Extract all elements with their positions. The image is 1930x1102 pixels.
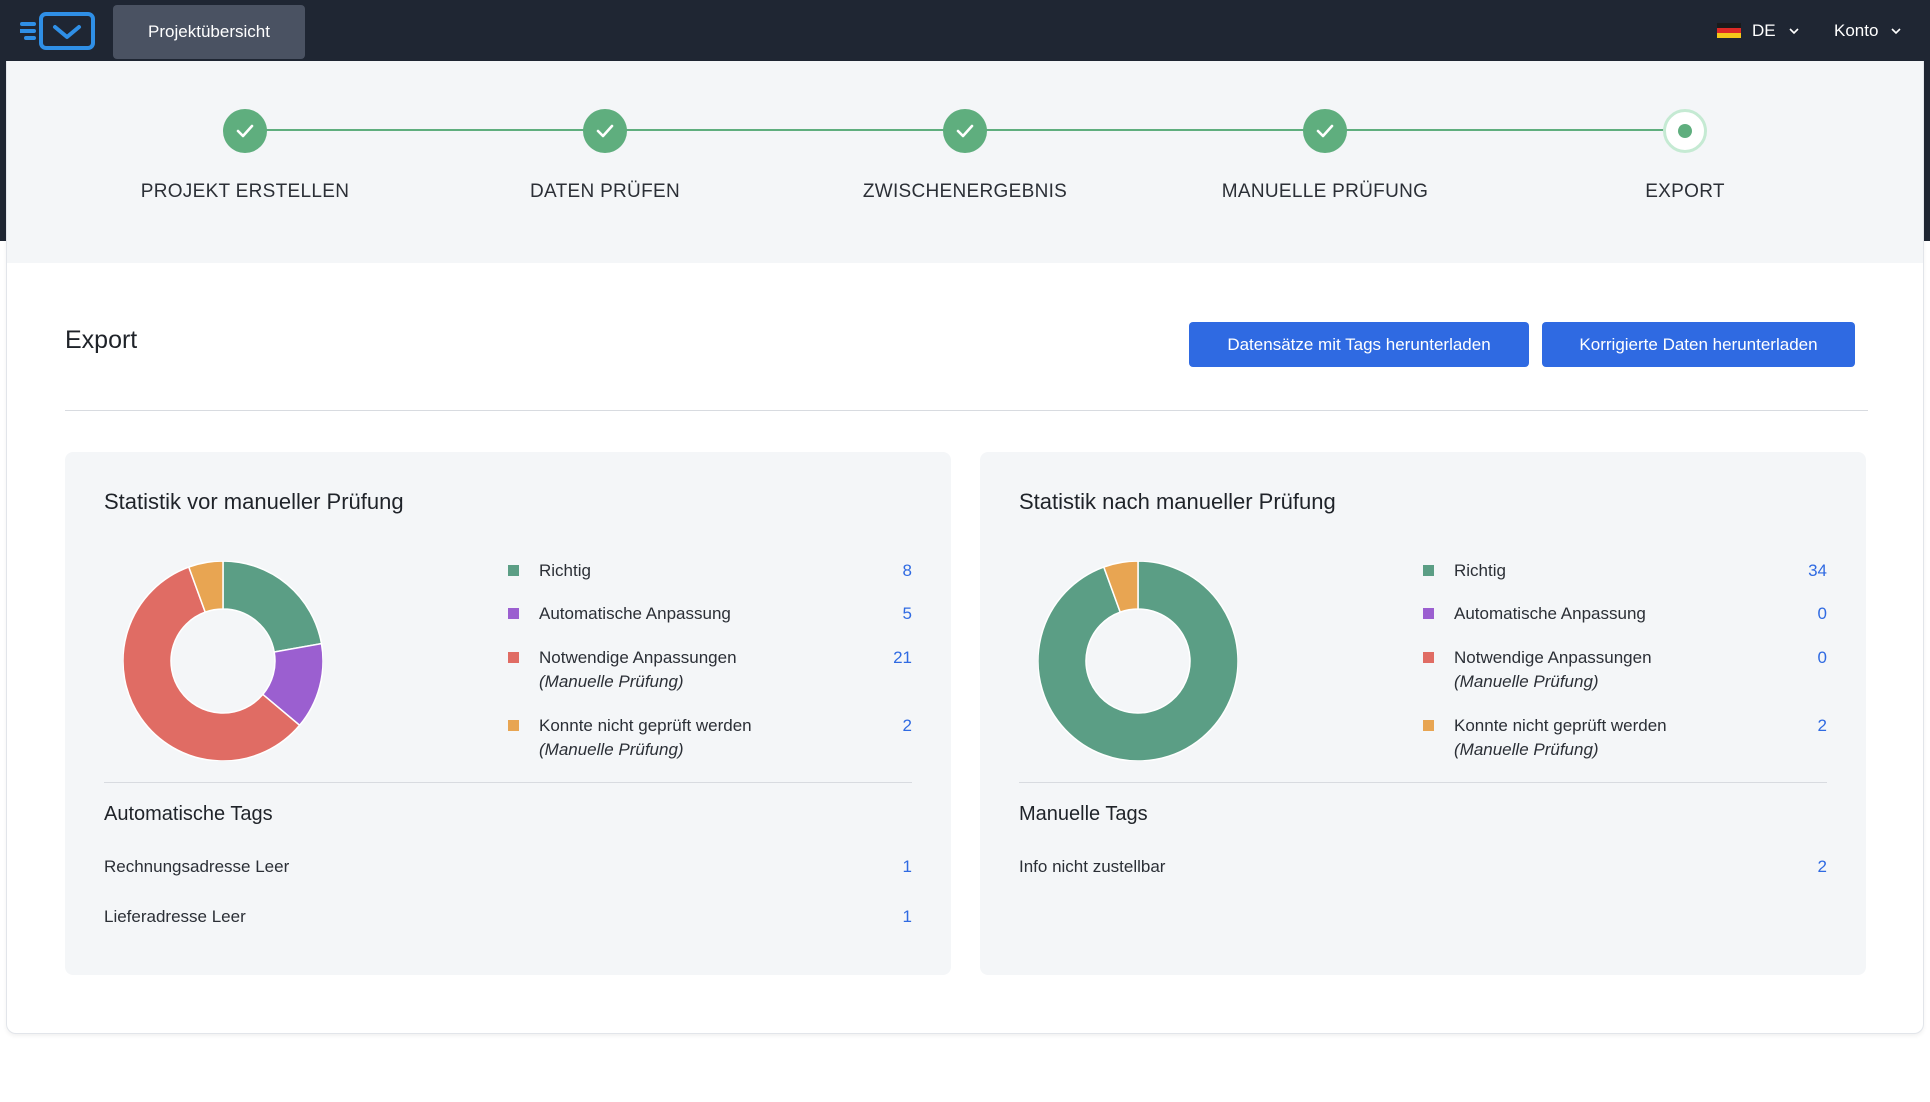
legend-sublabel: (Manuelle Prüfung) bbox=[539, 672, 684, 691]
panel-divider bbox=[1019, 782, 1827, 783]
legend-sublabel: (Manuelle Prüfung) bbox=[1454, 672, 1599, 691]
legend-sublabel: (Manuelle Prüfung) bbox=[539, 740, 684, 759]
legend-label: Richtig bbox=[539, 561, 591, 580]
tags-title: Manuelle Tags bbox=[1019, 803, 1148, 825]
legend-label: Konnte nicht geprüft werden bbox=[1454, 716, 1667, 735]
check-icon bbox=[223, 109, 267, 153]
step-label: ZWISCHENERGEBNIS bbox=[862, 181, 1068, 202]
section-divider bbox=[65, 410, 1868, 411]
legend-label: Automatische Anpassung bbox=[1454, 604, 1646, 623]
panel-divider bbox=[104, 782, 912, 783]
legend-swatch bbox=[1423, 565, 1434, 576]
legend-label: Konnte nicht geprüft werden bbox=[539, 716, 752, 735]
progress-stepper: PROJEKT ERSTELLEN DATEN PRÜFEN ZWISCHENE… bbox=[7, 61, 1923, 263]
legend-value[interactable]: 0 bbox=[1818, 646, 1827, 670]
step-label: MANUELLE PRÜFUNG bbox=[1221, 181, 1429, 202]
legend-value[interactable]: 21 bbox=[893, 646, 912, 670]
legend-value[interactable]: 5 bbox=[903, 602, 912, 626]
tag-row: Info nicht zustellbar 2 bbox=[1019, 857, 1827, 881]
legend-swatch bbox=[1423, 608, 1434, 619]
step-label: EXPORT bbox=[1645, 181, 1725, 202]
tag-label: Rechnungsadresse Leer bbox=[104, 857, 290, 876]
step-projekt-erstellen[interactable]: PROJEKT ERSTELLEN bbox=[85, 61, 405, 263]
tag-row: Lieferadresse Leer 1 bbox=[104, 907, 912, 931]
legend-label: Automatische Anpassung bbox=[539, 604, 731, 623]
step-daten-pruefen[interactable]: DATEN PRÜFEN bbox=[445, 61, 765, 263]
legend-label: Notwendige Anpassungen bbox=[539, 648, 737, 667]
legend-swatch bbox=[508, 608, 519, 619]
tag-count[interactable]: 1 bbox=[903, 907, 912, 927]
donut-chart-after bbox=[1038, 561, 1238, 761]
language-label: DE bbox=[1752, 20, 1776, 40]
legend-value[interactable]: 2 bbox=[1818, 714, 1827, 738]
top-bar: Projektübersicht DE Konto bbox=[0, 0, 1930, 61]
step-label: PROJEKT ERSTELLEN bbox=[140, 181, 350, 202]
step-zwischenergebnis[interactable]: ZWISCHENERGEBNIS bbox=[805, 61, 1125, 263]
step-manuelle-pruefung[interactable]: MANUELLE PRÜFUNG bbox=[1165, 61, 1485, 263]
donut-slice-richtig[interactable] bbox=[222, 561, 323, 653]
legend-swatch bbox=[1423, 720, 1434, 731]
app-logo-icon[interactable] bbox=[20, 11, 96, 51]
language-selector[interactable]: DE bbox=[1717, 0, 1807, 61]
legend-label: Notwendige Anpassungen bbox=[1454, 648, 1652, 667]
account-menu[interactable]: Konto bbox=[1834, 0, 1924, 61]
legend-value[interactable]: 2 bbox=[903, 714, 912, 738]
tag-count[interactable]: 1 bbox=[903, 857, 912, 877]
legend-swatch bbox=[508, 652, 519, 663]
main-card: PROJEKT ERSTELLEN DATEN PRÜFEN ZWISCHENE… bbox=[6, 61, 1924, 1034]
check-icon bbox=[1303, 109, 1347, 153]
donut-chart-before bbox=[123, 561, 323, 761]
account-label: Konto bbox=[1834, 20, 1879, 40]
legend-swatch bbox=[1423, 652, 1434, 663]
active-step-dot-icon bbox=[1663, 109, 1707, 153]
chevron-down-icon bbox=[1789, 27, 1799, 34]
legend-value[interactable]: 0 bbox=[1818, 602, 1827, 626]
tag-label: Info nicht zustellbar bbox=[1019, 857, 1166, 876]
project-overview-button[interactable]: Projektübersicht bbox=[113, 5, 305, 59]
legend-sublabel: (Manuelle Prüfung) bbox=[1454, 740, 1599, 759]
panel-title: Statistik vor manueller Prüfung bbox=[104, 489, 404, 514]
stats-panel-after: Statistik nach manueller Prüfung Richtig… bbox=[980, 452, 1866, 975]
german-flag-icon bbox=[1717, 22, 1741, 39]
legend-swatch bbox=[508, 565, 519, 576]
check-icon bbox=[583, 109, 627, 153]
legend-value[interactable]: 34 bbox=[1808, 559, 1827, 583]
tag-row: Rechnungsadresse Leer 1 bbox=[104, 857, 912, 881]
tags-title: Automatische Tags bbox=[104, 803, 273, 825]
panel-title: Statistik nach manueller Prüfung bbox=[1019, 489, 1336, 514]
step-export[interactable]: EXPORT bbox=[1525, 61, 1845, 263]
legend-label: Richtig bbox=[1454, 561, 1506, 580]
legend-swatch bbox=[508, 720, 519, 731]
tag-count[interactable]: 2 bbox=[1818, 857, 1827, 877]
check-icon bbox=[943, 109, 987, 153]
step-label: DATEN PRÜFEN bbox=[530, 181, 680, 202]
stats-panel-before: Statistik vor manueller Prüfung Richtig … bbox=[65, 452, 951, 975]
legend-value[interactable]: 8 bbox=[903, 559, 912, 583]
download-corrected-button[interactable]: Korrigierte Daten herunterladen bbox=[1542, 322, 1855, 367]
page-title: Export bbox=[65, 326, 138, 354]
chevron-down-icon bbox=[1891, 27, 1902, 34]
frame-edge-right bbox=[1924, 61, 1930, 241]
download-tags-button[interactable]: Datensätze mit Tags herunterladen bbox=[1189, 322, 1529, 367]
tag-label: Lieferadresse Leer bbox=[104, 907, 246, 926]
